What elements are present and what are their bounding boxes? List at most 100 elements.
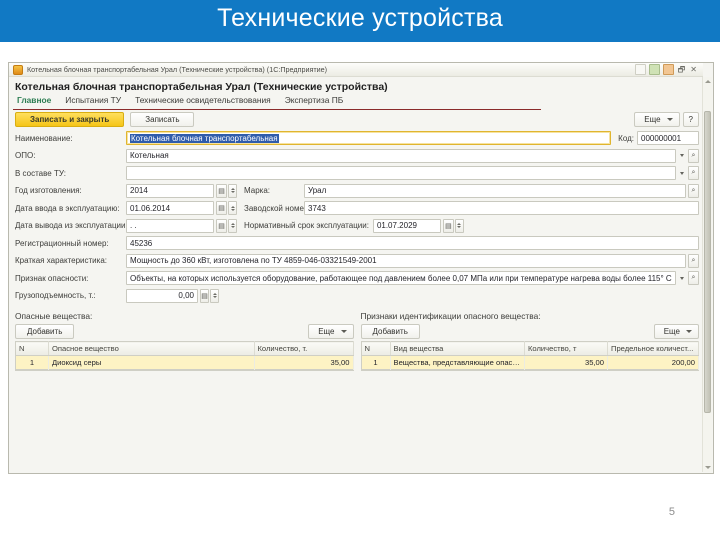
normative-term-stepper[interactable] (454, 218, 464, 233)
hazardous-substances-toolbar: Добавить Еще (15, 324, 354, 339)
help-small-icon[interactable] (634, 64, 646, 75)
hazardous-substances-more-button[interactable]: Еще (308, 324, 354, 339)
short-characteristic-label: Краткая характеристика: (15, 256, 107, 265)
window-title-bar: Котельная блочная транспортабельная Урал… (9, 63, 703, 77)
more-menu-button[interactable]: Еще (634, 112, 680, 127)
registration-number-input[interactable]: 45236 (126, 236, 699, 250)
commission-date-label: Дата ввода в эксплуатацию: (15, 203, 120, 213)
window-green-icon[interactable] (648, 64, 660, 75)
short-characteristic-select-icon[interactable]: ⌕ (688, 253, 699, 268)
tab-ekspertiza-pb[interactable]: Экспертиза ПБ (285, 95, 358, 105)
commission-date-stepper[interactable] (228, 201, 237, 215)
hazard-sign-dropdown-icon[interactable] (677, 271, 686, 285)
hazardous-substances-add-button[interactable]: Добавить (15, 324, 75, 339)
table-row[interactable]: 1 Вещества, представляющие опасность для… (361, 355, 699, 370)
manufacture-year-input[interactable]: 2014 (126, 183, 214, 198)
cell-quantity: 35,00 (254, 355, 354, 370)
hazardous-substances-section: Опасные вещества: Добавить Еще N Опасное… (15, 311, 354, 371)
scroll-up-icon[interactable] (703, 77, 712, 86)
brand-label: Марка: (244, 186, 270, 195)
brand-select-icon[interactable]: ⌕ (688, 183, 699, 198)
save-button[interactable]: Записать (130, 112, 195, 127)
decommission-date-input[interactable]: . . (126, 218, 214, 233)
row-decommission-date: Дата вывода из эксплуатации: . . ▤ Норма… (15, 218, 699, 233)
normative-term-label: Нормативный срок эксплуатации: (244, 221, 369, 230)
more-menu-label: Еще (644, 115, 661, 124)
commission-date-calendar-icon[interactable]: ▤ (216, 201, 227, 215)
row-part-of-tu: В составе ТУ: ⌕ (15, 166, 699, 180)
hazardous-substances-label: Опасные вещества: (15, 311, 93, 321)
column-header-n[interactable]: N (15, 341, 49, 356)
code-input[interactable]: 000000001 (637, 131, 699, 145)
restore-window-button[interactable]: 🗗 (677, 65, 687, 74)
load-capacity-stepper[interactable] (210, 288, 219, 303)
window-orange-icon[interactable] (662, 64, 674, 75)
chevron-down-icon (340, 330, 347, 333)
tab-ispytaniya-tu[interactable]: Испытания ТУ (65, 95, 135, 105)
tab-tekhnicheskie-osvidetelstvovaniya[interactable]: Технические освидетельствования (135, 95, 285, 105)
decommission-date-calendar-icon[interactable]: ▤ (216, 218, 227, 233)
identification-signs-table: N Вид вещества Количество, т Предельное … (360, 341, 699, 370)
opo-dropdown-icon[interactable] (677, 149, 686, 163)
registration-number-label: Регистрационный номер: (15, 238, 109, 248)
close-window-button[interactable]: ✕ (689, 65, 698, 74)
load-capacity-input[interactable]: 0,00 (126, 288, 198, 303)
cell-n: 1 (15, 355, 49, 370)
row-short-characteristic: Краткая характеристика: Мощность до 360 … (15, 253, 699, 268)
load-capacity-calculator-icon[interactable]: ▤ (200, 288, 209, 303)
commission-date-input[interactable]: 01.06.2014 (126, 201, 214, 215)
short-characteristic-input[interactable]: Мощность до 360 кВт, изготовлена по ТУ 4… (126, 253, 686, 268)
save-and-close-button[interactable]: Записать и закрыть (15, 112, 125, 127)
row-hazard-sign: Признак опасности: Объекты, на которых и… (15, 271, 699, 285)
manufacture-year-label: Год изготовления: (15, 186, 82, 195)
column-header-n[interactable]: N (361, 341, 391, 356)
column-header-limit[interactable]: Предельное количест... (607, 341, 699, 356)
part-of-tu-input[interactable] (126, 166, 676, 180)
row-name: Наименование: Котельная блочная транспор… (15, 131, 699, 145)
normative-term-input[interactable]: 01.07.2029 (372, 218, 441, 233)
help-button[interactable]: ? (682, 112, 699, 127)
row-manufacture-year: Год изготовления: 2014 ▤ Марка: Урал ⌕ (15, 183, 699, 198)
chevron-down-icon (686, 330, 692, 333)
column-header-quantity[interactable]: Количество, т. (254, 341, 354, 356)
application-window: Котельная блочная транспортабельная Урал… (8, 62, 714, 474)
chevron-down-icon (666, 118, 673, 121)
hazardous-substances-empty-area[interactable] (15, 370, 354, 371)
scroll-down-icon[interactable] (703, 463, 712, 472)
table-header-row: N Вид вещества Количество, т Предельное … (361, 341, 699, 356)
identification-signs-more-button[interactable]: Еще (653, 324, 699, 339)
form-fields: Наименование: Котельная блочная транспор… (9, 130, 703, 303)
identification-signs-empty-area[interactable] (360, 370, 699, 371)
load-capacity-label: Грузоподъемность, т.: (15, 291, 96, 300)
table-row[interactable]: 1 Диоксид серы 35,00 (15, 355, 354, 370)
manufacture-year-stepper[interactable] (228, 183, 237, 198)
vertical-scrollbar[interactable] (702, 77, 712, 472)
hazard-sign-input[interactable]: Объекты, на которых используется оборудо… (126, 271, 676, 285)
part-of-tu-select-icon[interactable]: ⌕ (688, 166, 699, 180)
opo-input[interactable]: Котельная (126, 148, 676, 163)
decommission-date-stepper[interactable] (228, 218, 237, 233)
brand-input[interactable]: Урал (304, 183, 686, 198)
scrollbar-thumb[interactable] (704, 111, 711, 413)
slide-page-number: 5 (668, 506, 675, 518)
decommission-date-label: Дата вывода из эксплуатации: (15, 221, 128, 230)
manufacture-year-calendar-icon[interactable]: ▤ (216, 183, 227, 198)
name-input[interactable]: Котельная блочная транспортабельная (126, 131, 612, 145)
tab-glavnoe[interactable]: Главное (15, 95, 65, 105)
identification-signs-add-button[interactable]: Добавить (360, 324, 420, 339)
part-of-tu-label: В составе ТУ: (15, 168, 66, 178)
normative-term-calendar-icon[interactable]: ▤ (442, 218, 454, 233)
opo-select-icon[interactable]: ⌕ (688, 148, 699, 163)
column-header-kind[interactable]: Вид вещества (390, 341, 525, 356)
hazard-sign-select-icon[interactable]: ⌕ (688, 271, 699, 285)
column-header-substance[interactable]: Опасное вещество (48, 341, 255, 356)
hazardous-substances-table: N Опасное вещество Количество, т. 1 Диок… (15, 341, 354, 370)
cell-limit: 200,00 (607, 355, 699, 370)
cell-kind: Вещества, представляющие опасность для о… (390, 355, 525, 370)
cell-substance: Диоксид серы (48, 355, 255, 370)
column-header-quantity[interactable]: Количество, т (524, 341, 608, 356)
cell-quantity: 35,00 (524, 355, 608, 370)
part-of-tu-dropdown-icon[interactable] (677, 166, 686, 180)
factory-number-input[interactable]: 3743 (304, 201, 699, 215)
tables-area: Опасные вещества: Добавить Еще N Опасное… (9, 306, 703, 371)
